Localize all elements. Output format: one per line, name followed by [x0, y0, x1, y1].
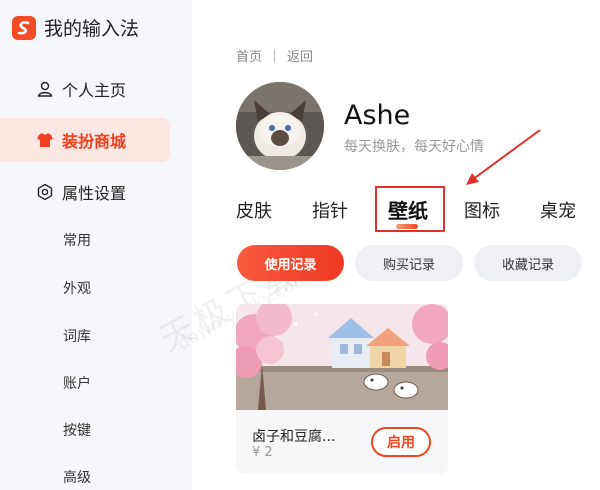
- favorites-history-button[interactable]: 收藏记录: [474, 245, 582, 281]
- wallpaper-title: 卤子和豆腐...: [252, 429, 336, 445]
- breadcrumb-back-link[interactable]: 返回: [287, 46, 313, 65]
- wallpaper-price: ¥ 2: [252, 445, 273, 460]
- app-title: 我的输入法: [44, 18, 140, 40]
- profile-name: Ashe: [344, 100, 411, 131]
- sidebar-item-label: 个人主页: [62, 81, 127, 100]
- usage-history-button[interactable]: 使用记录: [237, 245, 344, 281]
- sidebar-subitem-advanced[interactable]: 高级: [63, 467, 91, 487]
- sidebar-item-label: 装扮商城: [62, 132, 127, 151]
- sidebar-subitem-account[interactable]: 账户: [63, 373, 91, 393]
- sidebar-item-label: 属性设置: [62, 184, 127, 203]
- wallpaper-thumbnail[interactable]: [236, 304, 448, 410]
- tab-desktop-pets[interactable]: 桌宠: [540, 197, 576, 223]
- purchase-history-button[interactable]: 购买记录: [355, 245, 463, 281]
- sidebar-subitem-keys[interactable]: 按键: [63, 420, 91, 440]
- sidebar-item-store[interactable]: 装扮商城: [0, 118, 170, 162]
- shirt-icon: [36, 131, 54, 149]
- sidebar-item-settings[interactable]: 属性设置: [0, 170, 170, 214]
- breadcrumb: 首页 返回: [236, 46, 313, 65]
- sidebar-subitem-appearance[interactable]: 外观: [63, 278, 91, 298]
- breadcrumb-home-link[interactable]: 首页: [236, 46, 262, 65]
- sidebar-subitem-common[interactable]: 常用: [63, 230, 91, 250]
- gear-icon: [36, 183, 54, 201]
- user-icon: [36, 80, 54, 98]
- tab-skins[interactable]: 皮肤: [236, 197, 272, 223]
- wallpaper-card[interactable]: 卤子和豆腐... ¥ 2 启用: [236, 304, 448, 474]
- app-logo-icon: [12, 15, 36, 40]
- sidebar-subitem-dictionary[interactable]: 词库: [63, 326, 91, 346]
- annotation-highlight-box: [375, 186, 445, 232]
- avatar[interactable]: [236, 82, 324, 170]
- tab-cursors[interactable]: 指针: [312, 197, 348, 223]
- sidebar: 我的输入法 个人主页 装扮商城 属性设置 常用 外观 词库 账户 按键 高级: [0, 0, 192, 490]
- breadcrumb-divider: [274, 48, 276, 63]
- profile-slogan: 每天换肤，每天好心情: [344, 139, 484, 155]
- sidebar-item-profile[interactable]: 个人主页: [0, 67, 170, 111]
- tab-icons[interactable]: 图标: [464, 197, 500, 223]
- app-brand: 我的输入法: [12, 14, 139, 41]
- apply-wallpaper-button[interactable]: 启用: [371, 427, 431, 457]
